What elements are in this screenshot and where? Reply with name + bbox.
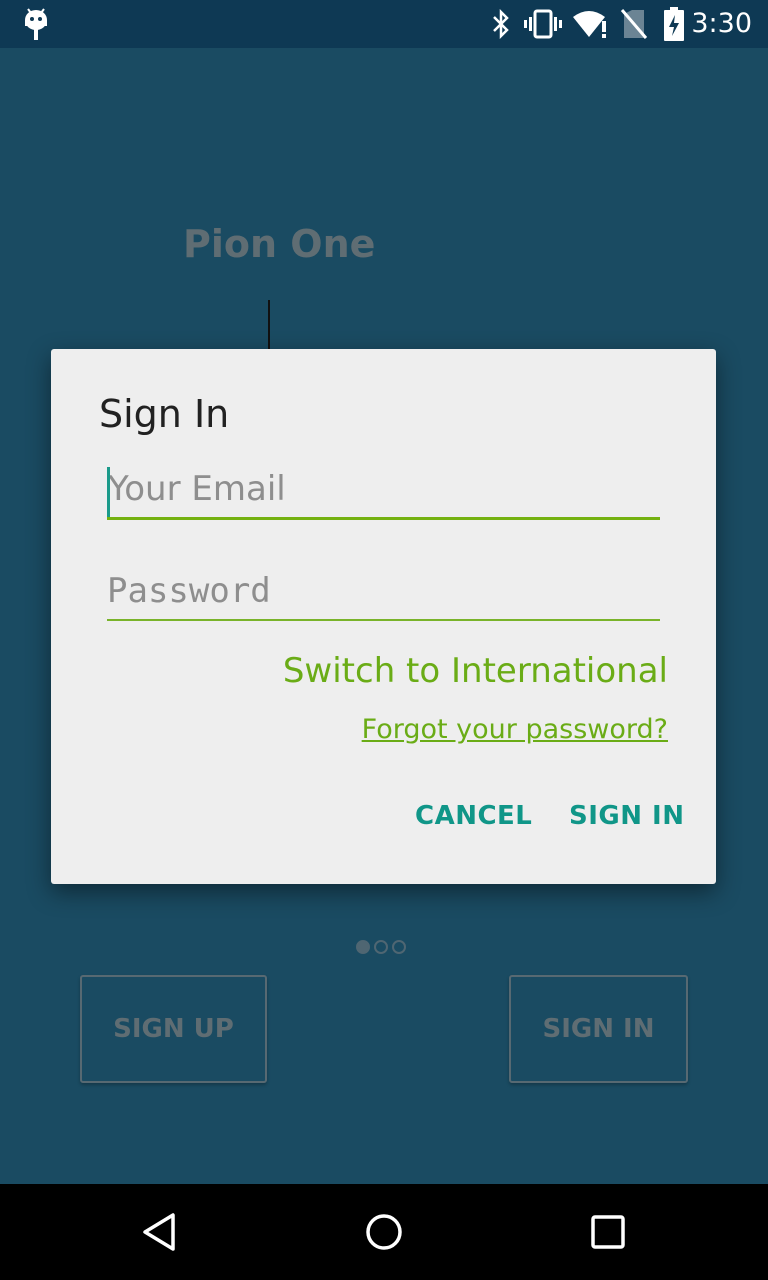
dialog-title: Sign In	[99, 392, 230, 436]
navigation-bar	[0, 1184, 768, 1280]
email-underline	[107, 517, 660, 520]
sign-in-button-background[interactable]: SIGN IN	[509, 975, 688, 1083]
back-button[interactable]	[112, 1184, 208, 1280]
status-bar: 3:30	[0, 0, 768, 48]
recent-apps-button[interactable]	[560, 1184, 656, 1280]
home-icon	[366, 1214, 402, 1250]
no-sim-icon	[620, 0, 648, 48]
password-underline	[107, 619, 660, 621]
password-field-container	[107, 571, 660, 621]
page-dot	[374, 940, 388, 954]
android-icon	[22, 0, 50, 48]
switch-international-link[interactable]: Switch to International	[283, 651, 668, 691]
bluetooth-icon	[488, 0, 514, 48]
battery-charging-icon	[662, 0, 686, 48]
sign-in-button[interactable]: SIGN IN	[569, 801, 685, 831]
app-title: Pion One	[183, 222, 376, 266]
recent-apps-icon	[591, 1215, 625, 1249]
email-input[interactable]	[107, 469, 660, 517]
sign-in-dialog: Sign In Switch to International Forgot y…	[51, 349, 716, 884]
back-icon	[143, 1213, 175, 1251]
sign-up-button[interactable]: SIGN UP	[80, 975, 267, 1083]
wifi-icon	[572, 0, 610, 48]
page-dot	[392, 940, 406, 954]
forgot-password-link[interactable]: Forgot your password?	[362, 714, 668, 745]
cancel-button[interactable]: CANCEL	[415, 801, 532, 831]
page-dot-active	[356, 940, 370, 954]
text-cursor	[107, 467, 110, 517]
password-input[interactable]	[107, 571, 660, 619]
status-clock: 3:30	[691, 8, 752, 39]
page-indicator	[356, 940, 406, 954]
divider-line	[268, 300, 270, 350]
vibrate-icon	[524, 0, 562, 48]
email-field-container	[107, 467, 660, 520]
home-button[interactable]	[336, 1184, 432, 1280]
